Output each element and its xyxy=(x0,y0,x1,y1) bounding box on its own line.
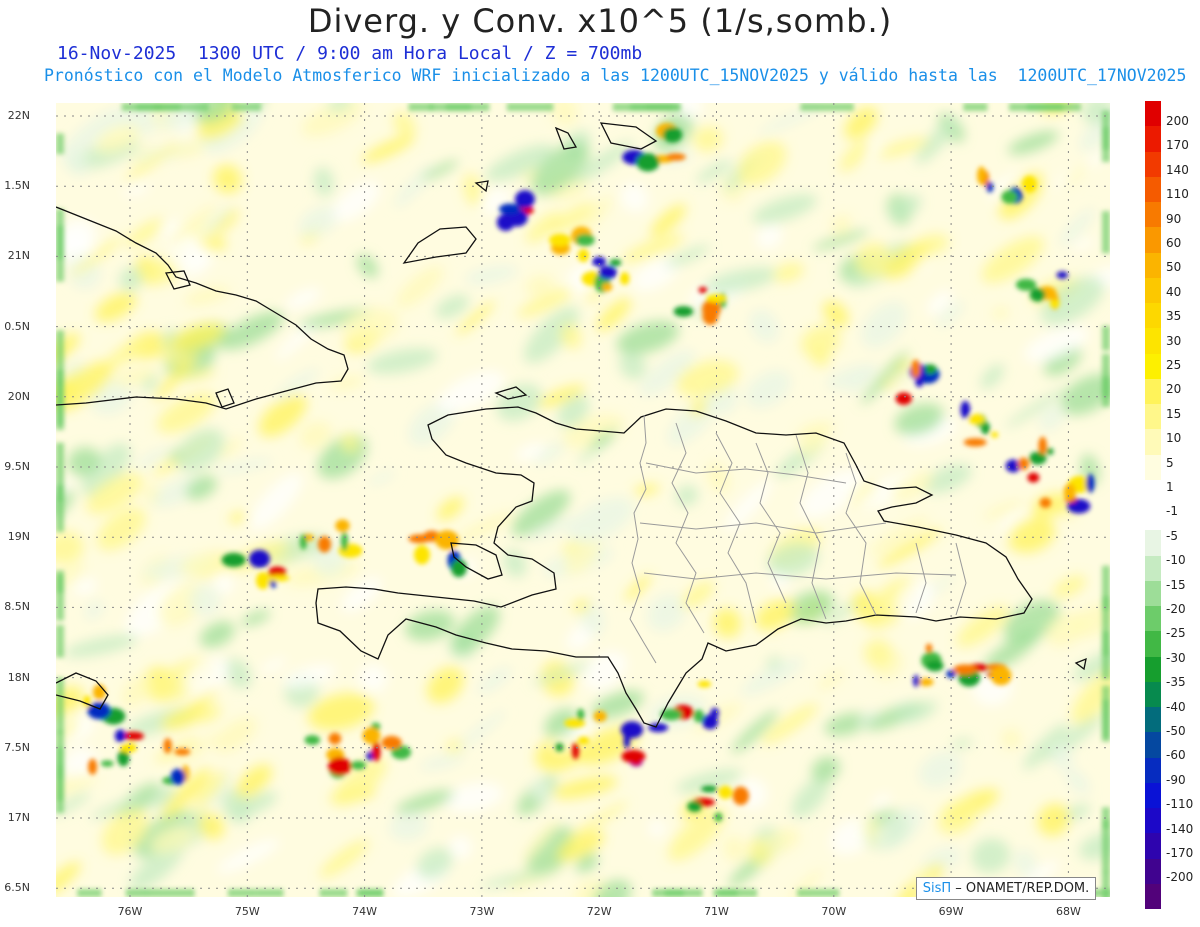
sispi-logo: SisΠ xyxy=(922,881,952,896)
colorbar-label: -35 xyxy=(1166,675,1186,690)
lat-label: 21N xyxy=(7,249,30,263)
colorbar-label: -200 xyxy=(1166,870,1194,885)
lat-label: 19N xyxy=(7,530,30,544)
colorbar-label: -15 xyxy=(1166,577,1186,592)
lat-label: 22N xyxy=(7,109,30,122)
colorbar-label: 60 xyxy=(1166,236,1182,250)
colorbar-label: 10 xyxy=(1166,431,1182,446)
colorbar-swatch xyxy=(1145,151,1161,177)
colorbar-label: 50 xyxy=(1166,260,1182,275)
colorbar-swatch xyxy=(1145,404,1161,430)
colorbar-label: -25 xyxy=(1166,626,1186,641)
map-title: Diverg. y Conv. x10^5 (1/s,somb.) xyxy=(307,2,893,40)
lon-label: 76W xyxy=(117,905,143,918)
lat-label: 20N xyxy=(7,389,30,403)
colorbar-swatch xyxy=(1145,252,1161,278)
colorbar-swatch xyxy=(1145,353,1161,379)
colorbar-swatch xyxy=(1145,378,1161,404)
colorbar-swatch xyxy=(1145,606,1161,632)
colorbar-label: -140 xyxy=(1166,821,1194,836)
colorbar-swatch xyxy=(1145,555,1161,581)
colorbar-label: -20 xyxy=(1166,602,1186,616)
colorbar-swatch xyxy=(1145,833,1161,859)
colorbar-label: 30 xyxy=(1166,333,1182,348)
colorbar-swatch xyxy=(1145,707,1161,733)
colorbar-label: -10 xyxy=(1166,553,1186,568)
lat-label: 8.5N xyxy=(4,600,30,614)
lat-label: 1.5N xyxy=(4,179,30,193)
lat-label: 18N xyxy=(7,670,30,684)
lon-label: 72W xyxy=(586,905,612,918)
lat-label: 17N xyxy=(7,811,30,824)
colorbar-label: -50 xyxy=(1166,724,1186,738)
colorbar-swatch xyxy=(1145,580,1161,606)
colorbar-swatch xyxy=(1145,681,1161,707)
colorbar-swatch xyxy=(1145,479,1161,505)
colorbar-label: 200 xyxy=(1166,114,1189,128)
colorbar-swatch xyxy=(1145,176,1161,202)
colorbar-swatch xyxy=(1145,202,1161,228)
colorbar-label: 1 xyxy=(1166,480,1174,494)
colorbar-swatch xyxy=(1145,126,1161,152)
colorbar-label: 5 xyxy=(1166,455,1174,470)
lon-label: 74W xyxy=(352,905,378,918)
colorbar-swatch xyxy=(1145,505,1161,531)
colorbar-swatch xyxy=(1145,883,1161,909)
colorbar-swatch xyxy=(1145,454,1161,480)
colorbar xyxy=(1145,101,1161,909)
colorbar-label: 140 xyxy=(1166,162,1189,177)
lon-label: 69W xyxy=(938,905,964,918)
colorbar-label: 110 xyxy=(1166,187,1189,202)
colorbar-label: -5 xyxy=(1166,528,1178,543)
colorbar-swatch xyxy=(1145,808,1161,834)
colorbar-label: 35 xyxy=(1166,309,1182,324)
lon-label: 75W xyxy=(234,905,260,918)
colorbar-label: 170 xyxy=(1166,138,1189,153)
colorbar-swatch xyxy=(1145,858,1161,884)
colorbar-swatch xyxy=(1145,303,1161,329)
colorbar-label: 15 xyxy=(1166,406,1182,421)
colorbar-swatch xyxy=(1145,782,1161,808)
forecast-time-line: 16-Nov-2025 1300 UTC / 9:00 am Hora Loca… xyxy=(57,43,643,64)
colorbar-label: 20 xyxy=(1166,382,1182,397)
credit-box: SisΠ – ONAMET/REP.DOM. xyxy=(916,877,1096,900)
lon-label: 73W xyxy=(469,905,495,918)
colorbar-swatch xyxy=(1145,757,1161,783)
divergence-field-svg xyxy=(56,103,1110,897)
colorbar-label: -1 xyxy=(1166,504,1178,519)
colorbar-swatch xyxy=(1145,530,1161,556)
colorbar-label: -90 xyxy=(1166,772,1186,787)
colorbar-label: -30 xyxy=(1166,650,1186,665)
colorbar-label: -60 xyxy=(1166,748,1186,763)
colorbar-swatch xyxy=(1145,631,1161,657)
colorbar-label: -170 xyxy=(1166,846,1194,860)
colorbar-label: 90 xyxy=(1166,211,1182,226)
lat-label: 7.5N xyxy=(4,740,30,754)
colorbar-swatch xyxy=(1145,328,1161,354)
colorbar-swatch xyxy=(1145,732,1161,758)
model-run-line: Pronóstico con el Modelo Atmosferico WRF… xyxy=(44,66,1187,85)
colorbar-swatch xyxy=(1145,429,1161,455)
lon-label: 70W xyxy=(821,905,847,918)
colorbar-swatch xyxy=(1145,277,1161,303)
colorbar-swatch xyxy=(1145,101,1161,127)
colorbar-label: 40 xyxy=(1166,284,1182,299)
lon-label: 71W xyxy=(704,905,729,918)
lat-label: 9.5N xyxy=(4,460,30,473)
colorbar-swatch xyxy=(1145,227,1161,253)
colorbar-label: 25 xyxy=(1166,358,1182,372)
lat-label: 6.5N xyxy=(4,881,30,895)
lat-label: 0.5N xyxy=(4,319,30,333)
colorbar-swatch xyxy=(1145,656,1161,682)
colorbar-label: -110 xyxy=(1166,797,1194,812)
credit-text: – ONAMET/REP.DOM. xyxy=(955,881,1090,896)
colorbar-label: -40 xyxy=(1166,699,1186,714)
divergence-map-panel xyxy=(56,103,1110,897)
lon-label: 68W xyxy=(1055,905,1081,918)
